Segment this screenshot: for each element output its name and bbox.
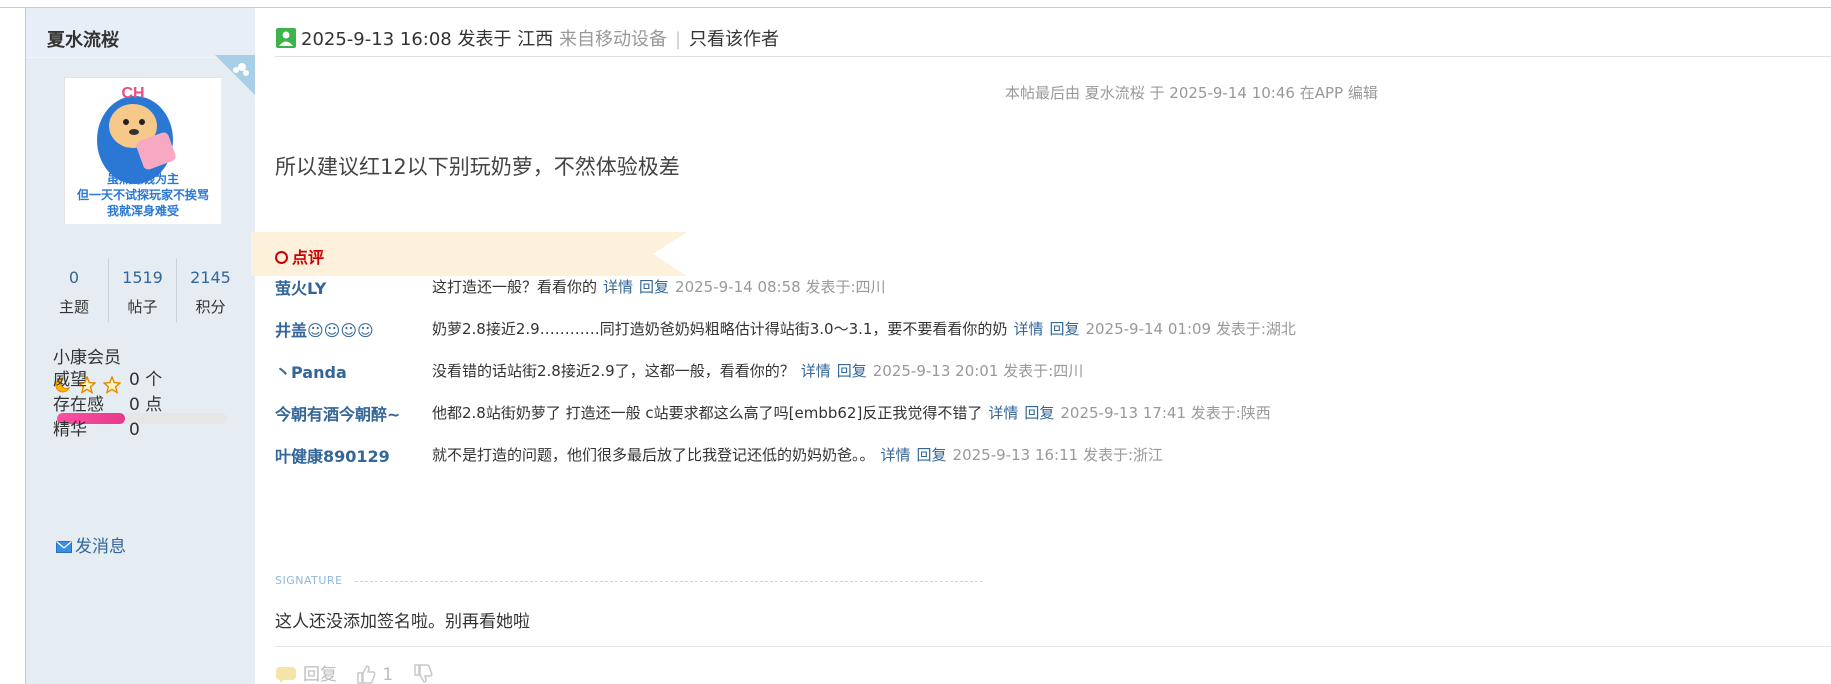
svg-text:CH: CH: [121, 85, 144, 102]
comment-reply-link[interactable]: 回复: [837, 362, 867, 380]
stat-credits-label: 积分: [195, 298, 226, 316]
comment-reply-link[interactable]: 回复: [1024, 404, 1054, 422]
avatar-image: CH 虽然赚钱为主 但一天不试探玩家不挨骂 我就浑身难受: [65, 78, 221, 224]
comment-detail-link[interactable]: 详情: [988, 404, 1018, 422]
stat-posts[interactable]: 1519 帖子: [108, 258, 176, 322]
reply-icon: [276, 667, 296, 683]
edit-note: 本帖最后由 夏水流桜 于 2025-9-14 10:46 在APP 编辑: [1005, 84, 1378, 102]
post-footer-divider: [275, 646, 1831, 647]
rating-circle-icon: [275, 251, 288, 264]
info-prestige: 威望 0 个: [53, 365, 162, 390]
rating-title: 点评: [275, 244, 324, 268]
dislike-button[interactable]: [413, 664, 439, 684]
avatar-caption-line-3: 我就浑身难受: [107, 203, 179, 218]
send-message-link[interactable]: 发消息: [56, 532, 126, 557]
info-presence-value: 0 点: [129, 395, 163, 415]
stat-credits-value: 2145: [190, 268, 231, 287]
signature-title: SIGNATURE: [275, 574, 343, 587]
reply-button[interactable]: 回复: [275, 665, 337, 684]
comment-body: 这打造还一般？看看你的 详情 回复 2025-9-14 08:58 发表于:四川: [432, 276, 886, 297]
author-stats: 0 主题 1519 帖子 2145 积分: [40, 258, 244, 322]
send-message-label: 发消息: [75, 537, 126, 557]
comment-author-link[interactable]: 叶健康890129: [275, 443, 390, 467]
comment-author-link[interactable]: 丶Panda: [275, 359, 347, 383]
post-device: 来自移动设备: [558, 29, 667, 50]
info-digest-label: 精华: [53, 420, 87, 440]
stat-threads-label: 主题: [58, 298, 89, 316]
comment-text: 就不是打造的问题，他们很多最后放了比我登记还低的奶妈奶爸。。: [432, 446, 875, 464]
rating-title-text: 点评: [292, 248, 325, 267]
comment-body: 就不是打造的问题，他们很多最后放了比我登记还低的奶妈奶爸。。 详情 回复 2025-9…: [432, 444, 1163, 465]
signature-divider: [355, 581, 983, 582]
comment-detail-link[interactable]: 详情: [1013, 320, 1043, 338]
info-presence: 存在感 0 点: [53, 390, 162, 415]
online-badge-icon: [215, 55, 255, 95]
info-presence-label: 存在感: [53, 395, 104, 415]
stat-threads-value: 0: [68, 268, 80, 287]
thumbs-up-icon: [357, 665, 376, 684]
comment-time: 2025-9-13 17:41 发表于:陕西: [1060, 404, 1271, 422]
author-sidebar: 夏水流桜 CH 虽然赚钱为主 但一天不试探玩家不挨骂 我就浑身难受 0 主题 1: [26, 8, 255, 684]
post-meta-divider: [275, 56, 1831, 57]
comment-text: 没看错的话站街2.8接近2.9了，这都一般，看看你的？: [432, 362, 795, 380]
comment-text: 奶萝2.8接近2.9…………同打造奶爸奶妈粗略估计得站街3.0～3.1，要不要看…: [432, 320, 1008, 338]
meta-separator: |: [674, 29, 682, 50]
comment-reply-link[interactable]: 回复: [1049, 320, 1079, 338]
comment-text: 他都2.8站街奶萝了 打造还一般 c站要求都这么高了吗[embb62]反正我觉得…: [432, 404, 983, 422]
comment-body: 没看错的话站街2.8接近2.9了，这都一般，看看你的？ 详情 回复 2025-9-13…: [432, 360, 1083, 381]
like-count: 1: [382, 665, 394, 684]
thumbs-down-icon: [413, 664, 433, 683]
info-digest: 精华 0: [53, 415, 140, 440]
post-datetime: 2025-9-13 16:08: [301, 29, 452, 50]
info-prestige-label: 威望: [53, 370, 87, 390]
like-button[interactable]: 1: [356, 665, 393, 684]
only-author-link[interactable]: 只看该作者: [689, 29, 779, 50]
comment-reply-link[interactable]: 回复: [639, 278, 669, 296]
comment-body: 他都2.8站街奶萝了 打造还一般 c站要求都这么高了吗[embb62]反正我觉得…: [432, 402, 1271, 423]
signature-text: 这人还没添加签名啦。别再看她啦: [275, 612, 530, 632]
reply-label: 回复: [303, 665, 337, 684]
envelope-icon: [56, 541, 72, 553]
comment-author-link[interactable]: 萤火LY: [275, 275, 326, 299]
comment-reply-link[interactable]: 回复: [917, 446, 947, 464]
stat-posts-label: 帖子: [127, 298, 158, 316]
info-prestige-value: 0 个: [129, 370, 163, 390]
info-digest-value: 0: [129, 420, 140, 440]
post-actions: 回复 1: [275, 660, 439, 684]
comment-time: 2025-9-14 01:09 发表于:湖北: [1085, 320, 1296, 338]
comment-author-link[interactable]: 井盖☺☺☺☺: [275, 317, 374, 341]
comment-detail-link[interactable]: 详情: [801, 362, 831, 380]
comment-time: 2025-9-13 16:11 发表于:浙江: [952, 446, 1163, 464]
online-status-icon: [276, 28, 296, 48]
post-location: 发表于 江西: [457, 29, 554, 50]
author-header: 夏水流桜: [26, 8, 255, 57]
stat-posts-value: 1519: [122, 268, 163, 287]
post-meta: 2025-9-13 16:08 发表于 江西 来自移动设备 | 只看该作者: [275, 25, 779, 51]
comment-time: 2025-9-14 08:58 发表于:四川: [675, 278, 886, 296]
stat-credits[interactable]: 2145 积分: [176, 258, 244, 322]
post-message: 所以建议红12以下别玩奶萝，不然体验极差: [275, 155, 680, 179]
comment-body: 奶萝2.8接近2.9…………同打造奶爸奶妈粗略估计得站街3.0～3.1，要不要看…: [432, 318, 1296, 339]
comment-time: 2025-9-13 20:01 发表于:四川: [872, 362, 1084, 380]
stat-threads[interactable]: 0 主题: [40, 258, 108, 322]
comment-detail-link[interactable]: 详情: [603, 278, 633, 296]
avatar-caption-line-2: 但一天不试探玩家不挨骂: [76, 187, 209, 202]
comment-author-link[interactable]: 今朝有酒今朝醉~: [275, 401, 400, 425]
avatar-caption-line-1: 虽然赚钱为主: [107, 171, 179, 186]
author-name-link[interactable]: 夏水流桜: [47, 26, 119, 52]
comment-detail-link[interactable]: 详情: [881, 446, 911, 464]
comment-text: 这打造还一般？看看你的: [432, 278, 598, 296]
author-avatar[interactable]: CH 虽然赚钱为主 但一天不试探玩家不挨骂 我就浑身难受: [64, 77, 221, 224]
post-content: 2025-9-13 16:08 发表于 江西 来自移动设备 | 只看该作者 本帖最后…: [251, 8, 1831, 684]
